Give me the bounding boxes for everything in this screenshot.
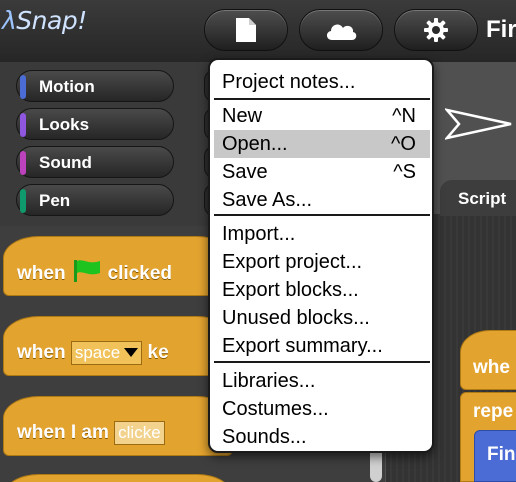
top-bar: λSnap! Fir (0, 0, 516, 62)
category-label: Motion (39, 77, 95, 96)
looks-color-bar (20, 113, 26, 137)
category-label: Sound (39, 153, 92, 172)
file-icon (236, 18, 256, 42)
settings-button[interactable] (394, 9, 478, 51)
menu-item-export-blocks[interactable]: Export blocks... (214, 276, 430, 304)
menu-item-import[interactable]: Import... (214, 220, 430, 248)
block-text: ke (147, 342, 169, 363)
menu-item-new[interactable]: New ^N (214, 102, 430, 130)
menu-separator (214, 98, 430, 100)
cloud-button[interactable] (299, 9, 383, 51)
block-text: when (17, 342, 66, 363)
file-menu: Project notes... New ^N Open... ^O Save ^S … (208, 58, 434, 453)
menu-shortcut: ^O (391, 133, 416, 155)
script-hat-block[interactable]: whe (460, 330, 516, 390)
menu-item-open[interactable]: Open... ^O (214, 130, 430, 158)
green-flag-icon (73, 260, 100, 282)
menu-item-sounds[interactable]: Sounds... (214, 423, 430, 451)
block-text: clicked (107, 263, 172, 284)
block-text: when I am (17, 422, 109, 443)
category-label: Looks (39, 115, 90, 134)
cloud-icon (326, 24, 357, 40)
block-text: when (17, 263, 66, 284)
menu-item-save-as[interactable]: Save As... (214, 186, 430, 214)
menu-separator (214, 214, 430, 216)
menu-item-costumes[interactable]: Costumes... (214, 395, 430, 423)
menu-item-project-notes[interactable]: Project notes... (214, 68, 430, 96)
project-title: Fir (486, 16, 516, 43)
category-motion[interactable]: Motion (16, 70, 174, 102)
menu-item-export-project[interactable]: Export project... (214, 248, 430, 276)
key-dropdown[interactable]: space (70, 341, 143, 365)
palette-block-partial[interactable] (3, 474, 233, 482)
category-pen[interactable]: Pen (16, 184, 174, 216)
menu-item-unused-blocks[interactable]: Unused blocks... (214, 304, 430, 332)
dropdown-arrow-icon (124, 348, 139, 357)
when-key-pressed-block[interactable]: when space ke (3, 316, 233, 376)
tab-scripts[interactable]: Script (440, 180, 516, 216)
category-looks[interactable]: Looks (16, 108, 174, 140)
arrow-sprite-icon (445, 108, 512, 140)
category-label: Pen (39, 191, 71, 210)
when-flag-clicked-block[interactable]: when clicked (3, 236, 233, 296)
snap-logo[interactable]: λSnap! (2, 6, 87, 35)
menu-shortcut: ^S (393, 161, 416, 183)
menu-separator (214, 361, 430, 363)
pen-color-bar (20, 189, 26, 213)
interaction-slot[interactable]: clicke (114, 421, 165, 445)
script-motion-block[interactable]: Fin (474, 430, 516, 482)
motion-color-bar (20, 75, 26, 99)
category-selector: Motion Looks Sound Pen (0, 62, 214, 226)
menu-item-save[interactable]: Save ^S (214, 158, 430, 186)
category-sound[interactable]: Sound (16, 146, 174, 178)
gear-icon (424, 18, 448, 42)
sound-color-bar (20, 151, 26, 175)
menu-item-libraries[interactable]: Libraries... (214, 367, 430, 395)
menu-item-export-summary[interactable]: Export summary... (214, 332, 430, 360)
when-i-am-block[interactable]: when I am clicke (3, 396, 233, 456)
file-menu-button[interactable] (204, 9, 288, 51)
menu-shortcut: ^N (392, 105, 416, 127)
